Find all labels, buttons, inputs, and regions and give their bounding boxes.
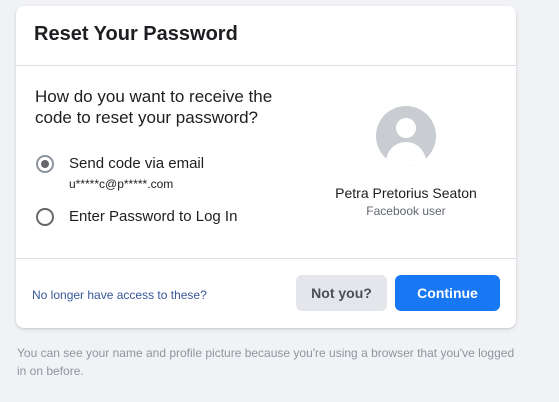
- option-email-text: Send code via email u*****c@p*****.com: [69, 154, 204, 192]
- reset-method-question: How do you want to receive the code to r…: [35, 87, 273, 127]
- page: Reset Your Password How do you want to r…: [0, 0, 559, 402]
- option-send-code-email[interactable]: Send code via email u*****c@p*****.com: [36, 154, 204, 192]
- card-header: Reset Your Password: [16, 6, 516, 66]
- not-you-button[interactable]: Not you?: [296, 275, 387, 311]
- avatar-head: [396, 118, 416, 138]
- option-email-label: Send code via email: [69, 155, 205, 172]
- continue-button[interactable]: Continue: [395, 275, 500, 311]
- radio-send-code-email[interactable]: [36, 155, 54, 173]
- card-title: Reset Your Password: [34, 23, 238, 45]
- profile-summary: Petra Pretorius Seaton Facebook user: [316, 106, 496, 219]
- profile-subtitle: Facebook user: [366, 204, 446, 218]
- help-text: You can see your name and profile pictur…: [17, 346, 515, 378]
- avatar-shoulders: [386, 142, 426, 166]
- option-password-label: Enter Password to Log In: [69, 208, 238, 225]
- option-password-text: Enter Password to Log In: [69, 207, 237, 227]
- no-longer-have-access-link[interactable]: No longer have access to these?: [32, 288, 207, 302]
- radio-enter-password[interactable]: [36, 208, 54, 226]
- reset-password-card: Reset Your Password How do you want to r…: [16, 6, 516, 328]
- profile-name: Petra Pretorius Seaton: [335, 185, 477, 201]
- card-footer: No longer have access to these? Not you?…: [16, 259, 516, 327]
- default-user-avatar-icon: [376, 106, 436, 166]
- masked-email: u*****c@p*****.com: [69, 177, 174, 191]
- card-body: How do you want to receive the code to r…: [16, 66, 516, 259]
- option-enter-password[interactable]: Enter Password to Log In: [36, 207, 237, 227]
